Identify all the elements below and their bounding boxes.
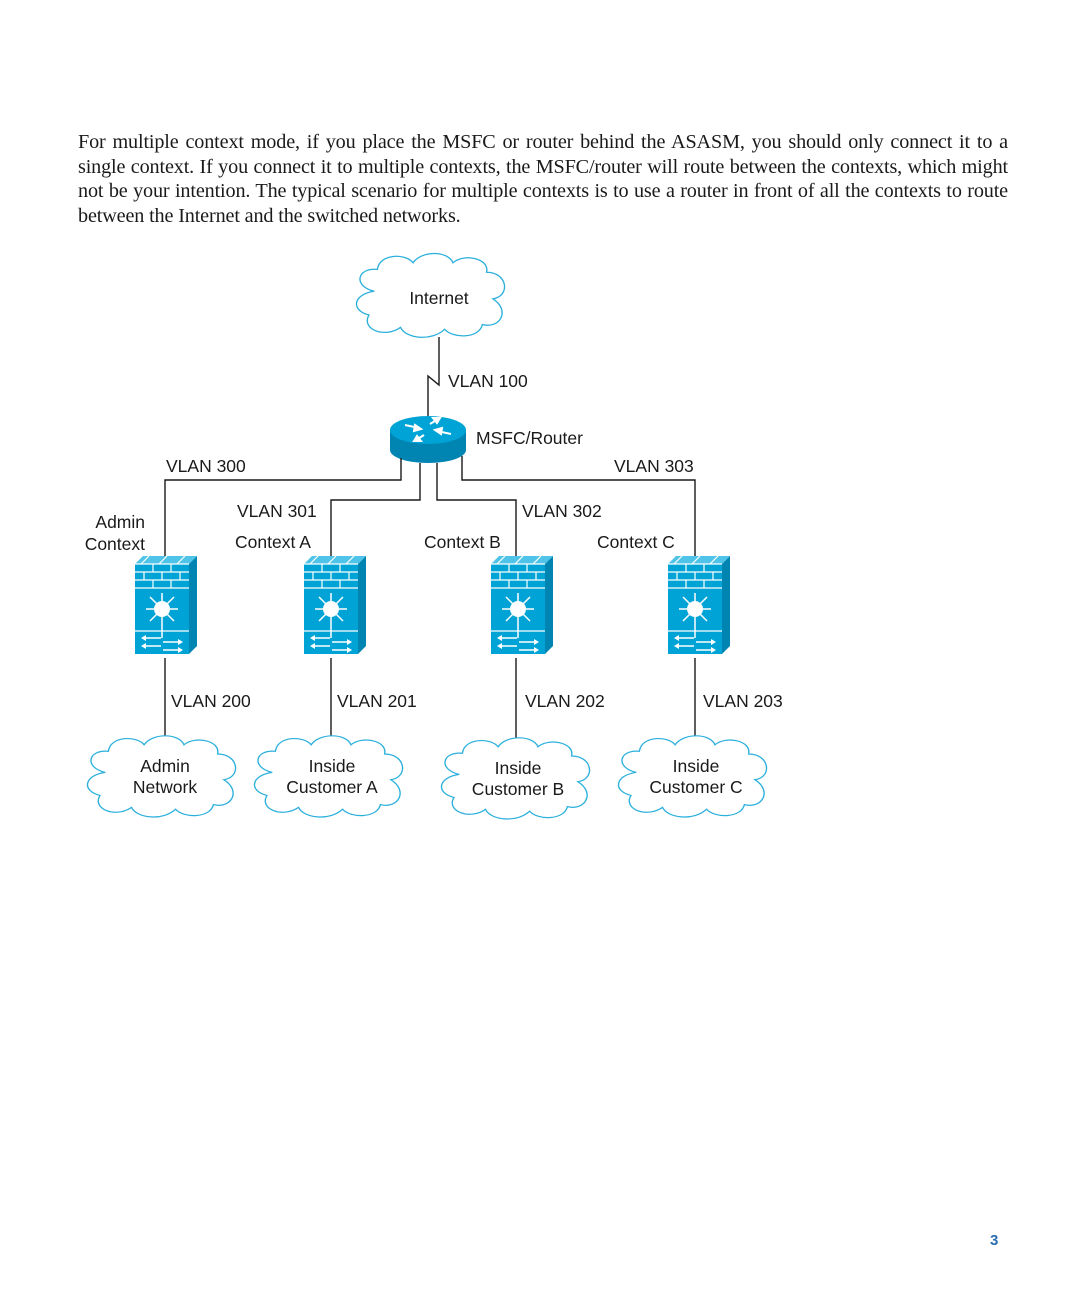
vlan-200-label: VLAN 200 xyxy=(171,691,251,711)
vlan-203-label: VLAN 203 xyxy=(703,691,783,711)
admin-context-label-line2: Context xyxy=(84,534,145,554)
firewall-service-module-icon xyxy=(667,555,731,655)
customer-c-label-line1: Inside xyxy=(672,756,720,776)
vlan-301-link xyxy=(330,463,421,556)
vlan-100-label: VLAN 100 xyxy=(448,371,528,391)
vlan-303-label: VLAN 303 xyxy=(614,456,694,476)
vlan-300-label: VLAN 300 xyxy=(166,456,246,476)
customer-b-label-line1: Inside xyxy=(494,758,542,778)
vlan-201-label: VLAN 201 xyxy=(337,691,417,711)
vlan-301-label: VLAN 301 xyxy=(237,501,317,521)
router-label: MSFC/Router xyxy=(476,428,583,448)
admin-network-label-line2: Network xyxy=(132,777,198,797)
context-a-label: Context A xyxy=(235,532,311,552)
customer-a-label-line1: Inside xyxy=(308,756,356,776)
network-diagram xyxy=(86,252,768,820)
page-number: 3 xyxy=(990,1232,999,1249)
context-c-label: Context C xyxy=(597,532,675,552)
customer-b-label-line2: Customer B xyxy=(471,779,565,799)
firewall-service-module-icon xyxy=(303,555,367,655)
firewall-service-module-icon xyxy=(490,555,554,655)
admin-context-label-line1: Admin xyxy=(95,512,145,532)
context-b-label: Context B xyxy=(424,532,501,552)
admin-network-label-line1: Admin xyxy=(140,756,190,776)
router-icon xyxy=(390,416,466,463)
internet-label: Internet xyxy=(409,288,469,308)
vlan-100-link xyxy=(427,337,440,418)
customer-c-label-line2: Customer C xyxy=(649,777,743,797)
vlan-302-label: VLAN 302 xyxy=(522,501,602,521)
firewall-service-module-icon xyxy=(134,555,198,655)
customer-a-label-line2: Customer A xyxy=(286,777,378,797)
vlan-202-label: VLAN 202 xyxy=(525,691,605,711)
